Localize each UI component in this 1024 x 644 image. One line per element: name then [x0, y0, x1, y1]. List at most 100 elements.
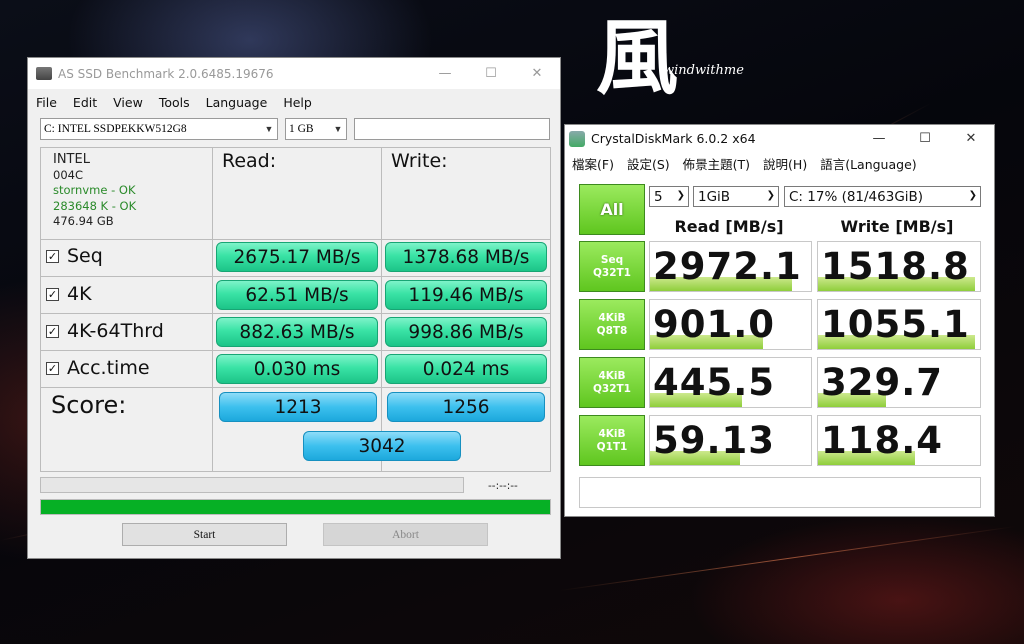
menu-settings[interactable]: 設定(S): [627, 154, 670, 173]
test-4kib-q1t1-button[interactable]: 4KiB Q1T1: [579, 415, 645, 466]
menu-theme[interactable]: 佈景主題(T): [683, 154, 750, 173]
device-firmware: 004C: [53, 167, 83, 182]
device-driver: stornvme - OK: [53, 183, 136, 197]
minimize-icon[interactable]: —: [422, 58, 468, 89]
close-icon[interactable]: ✕: [948, 125, 994, 152]
drive-select[interactable]: C: INTEL SSDPEKKW512G8 ▼: [40, 118, 278, 140]
test-label-line2: Q8T8: [596, 324, 628, 337]
test-seq-q32t1-button[interactable]: Seq Q32T1: [579, 241, 645, 292]
row-4k-64thrd[interactable]: ✓ 4K-64Thrd: [46, 320, 164, 342]
test-size-value: 1GiB: [698, 188, 731, 205]
checkbox-icon[interactable]: ✓: [46, 324, 59, 338]
test-label-line1: 4KiB: [598, 428, 626, 440]
cdm-titlebar[interactable]: CrystalDiskMark 6.0.2 x64 — ☐ ✕: [565, 125, 994, 152]
drive-select-value: C: 17% (81/463GiB): [789, 188, 924, 205]
progress-bar-main: [40, 499, 551, 515]
seq-write-value: 1378.68 MB/s: [385, 242, 547, 272]
as-ssd-window: AS SSD Benchmark 2.0.6485.19676 — ☐ ✕ Fi…: [27, 57, 561, 559]
4k64-read-value: 882.63 MB/s: [216, 317, 378, 347]
row-seq[interactable]: ✓ Seq: [46, 245, 103, 267]
test-size-select[interactable]: 1GiB ❯: [693, 186, 779, 207]
test-label-line2: Q32T1: [592, 382, 631, 395]
device-alignment: 283648 K - OK: [53, 198, 137, 213]
row-label: Acc.time: [67, 357, 150, 379]
test-label-line2: Q1T1: [596, 440, 628, 453]
maximize-icon[interactable]: ☐: [468, 58, 514, 89]
comment-field[interactable]: [579, 477, 981, 508]
write-result-value: 118.4: [821, 419, 944, 462]
comment-field[interactable]: [354, 118, 550, 140]
progress-bar-secondary: [40, 477, 464, 493]
write-header: Write:: [391, 150, 448, 172]
minimize-icon[interactable]: —: [856, 125, 902, 152]
chevron-down-icon: ❯: [676, 190, 685, 201]
results-grid: INTEL 004C stornvme - OK 283648 K - OK 4…: [40, 147, 551, 472]
as-ssd-menubar: File Edit View Tools Language Help: [28, 89, 560, 115]
menu-file[interactable]: 檔案(F): [572, 154, 614, 173]
start-button[interactable]: Start: [122, 523, 287, 546]
write-result-cell: 1518.8: [817, 241, 981, 292]
watermark-logo-glyph: 風: [596, 10, 679, 106]
read-header: Read:: [222, 150, 277, 172]
read-header: Read [MB/s]: [674, 217, 784, 236]
row-4k[interactable]: ✓ 4K: [46, 283, 92, 305]
close-icon[interactable]: ✕: [514, 58, 560, 89]
as-ssd-app-icon: [36, 67, 52, 80]
cdm-menubar: 檔案(F) 設定(S) 佈景主題(T) 說明(H) 語言(Language): [565, 152, 994, 174]
4k64-write-value: 998.86 MB/s: [385, 317, 547, 347]
write-result-cell: 118.4: [817, 415, 981, 466]
write-result-value: 1518.8: [821, 245, 970, 288]
menu-language[interactable]: Language: [206, 95, 268, 110]
chevron-down-icon: ▼: [264, 124, 274, 134]
row-label: Seq: [67, 245, 103, 267]
test-4kib-q32t1-button[interactable]: 4KiB Q32T1: [579, 357, 645, 408]
write-result-value: 1055.1: [821, 303, 970, 346]
maximize-icon[interactable]: ☐: [902, 125, 948, 152]
device-info: INTEL 004C stornvme - OK 283648 K - OK 4…: [53, 152, 136, 230]
drive-select-value: C: INTEL SSDPEKKW512G8: [44, 123, 187, 135]
seq-read-value: 2675.17 MB/s: [216, 242, 378, 272]
read-result-cell: 901.0: [649, 299, 812, 350]
test-count-select[interactable]: 5 ❯: [649, 186, 689, 207]
menu-view[interactable]: View: [113, 95, 143, 110]
menu-help[interactable]: Help: [283, 95, 312, 110]
score-read: 1213: [219, 392, 377, 422]
menu-tools[interactable]: Tools: [159, 95, 190, 110]
write-header: Write [MB/s]: [840, 217, 954, 236]
write-result-cell: 1055.1: [817, 299, 981, 350]
score-write: 1256: [387, 392, 545, 422]
read-result-value: 2972.1: [653, 245, 802, 288]
score-total: 3042: [303, 431, 461, 461]
size-select[interactable]: 1 GB ▼: [285, 118, 347, 140]
row-acc-time[interactable]: ✓ Acc.time: [46, 357, 150, 379]
all-button[interactable]: All: [579, 184, 645, 235]
acc-write-value: 0.024 ms: [385, 354, 547, 384]
test-label-line2: Q32T1: [592, 266, 631, 279]
grid-divider: [41, 239, 550, 240]
grid-divider: [212, 148, 213, 471]
device-capacity: 476.94 GB: [53, 214, 114, 228]
drive-select[interactable]: C: 17% (81/463GiB) ❯: [784, 186, 981, 207]
test-count-value: 5: [654, 188, 663, 205]
menu-help[interactable]: 說明(H): [763, 154, 807, 173]
menu-file[interactable]: File: [36, 95, 57, 110]
as-ssd-titlebar[interactable]: AS SSD Benchmark 2.0.6485.19676 — ☐ ✕: [28, 58, 560, 89]
chevron-down-icon: ❯: [766, 190, 775, 201]
disk-app-icon: [569, 130, 585, 147]
abort-button[interactable]: Abort: [323, 523, 488, 546]
crystaldiskmark-window: CrystalDiskMark 6.0.2 x64 — ☐ ✕ 檔案(F) 設定…: [564, 124, 995, 517]
device-vendor: INTEL: [53, 152, 90, 167]
grid-divider: [41, 276, 550, 277]
acc-read-value: 0.030 ms: [216, 354, 378, 384]
checkbox-icon[interactable]: ✓: [46, 249, 59, 263]
read-result-cell: 445.5: [649, 357, 812, 408]
checkbox-icon[interactable]: ✓: [46, 361, 59, 375]
row-label: 4K: [67, 283, 92, 305]
test-4kib-q8t8-button[interactable]: 4KiB Q8T8: [579, 299, 645, 350]
size-select-value: 1 GB: [289, 123, 314, 135]
background-streak: [559, 525, 1016, 591]
menu-language[interactable]: 語言(Language): [820, 154, 916, 173]
grid-divider: [41, 313, 550, 314]
menu-edit[interactable]: Edit: [73, 95, 97, 110]
checkbox-icon[interactable]: ✓: [46, 287, 59, 301]
